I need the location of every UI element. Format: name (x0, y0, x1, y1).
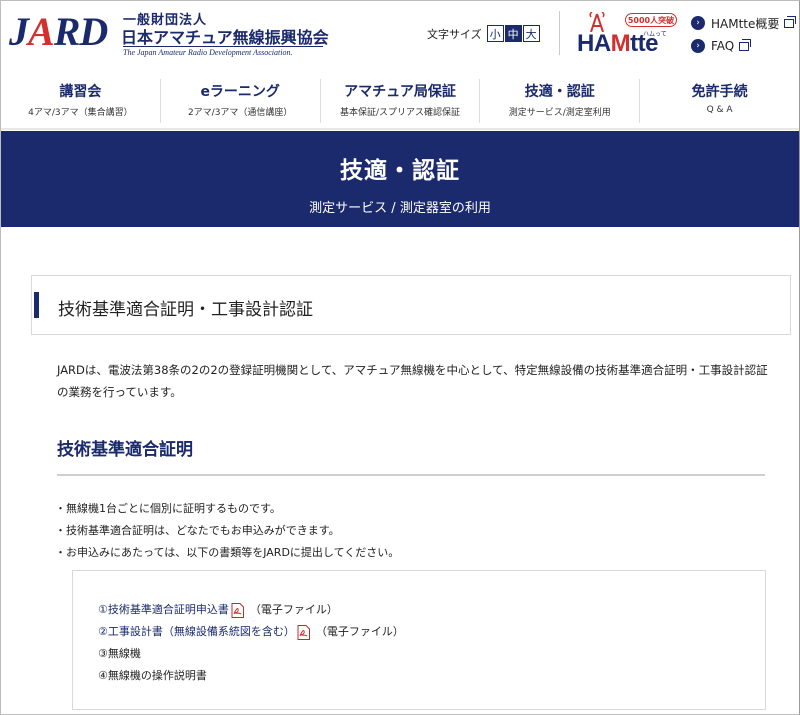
nav-item-title: 技適・認証 (524, 84, 595, 100)
page-subtitle: 測定サービス / 測定器室の利用 (309, 201, 491, 216)
document-label: ③無線機 (98, 647, 141, 660)
required-documents-box: ①技術基準適合証明申込書 （電子ファイル） ②工事設計書（無線設備系統図を含む）… (72, 570, 766, 710)
document-note: （電子ファイル） (249, 603, 338, 616)
pdf-icon (297, 624, 310, 640)
hamtte-ruby: ハムって (643, 31, 667, 38)
design-document-link[interactable]: ②工事設計書（無線設備系統図を含む） (98, 621, 295, 643)
list-item: ・お申込みにあたっては、以下の書類等をJARDに提出してください。 (55, 546, 400, 559)
nav-item-subtitle: 測定サービス/測定室利用 (508, 108, 611, 118)
hamtte-logo[interactable]: 5000人突破 HAMtte ハムって (575, 10, 681, 58)
font-size-large-button[interactable]: 大 (522, 25, 540, 42)
faq-label: FAQ (711, 39, 735, 53)
list-item: ・技術基準適合証明は、どなたでもお申込みができます。 (55, 524, 340, 537)
font-size-small-button[interactable]: 小 (486, 25, 504, 42)
font-size-label: 文字サイズ (427, 27, 482, 41)
nav-item-elearning[interactable]: eラーニング 2アマ/3アマ（通信講座） (159, 79, 320, 123)
nav-item-license[interactable]: 免許手続 Q & A (639, 79, 799, 123)
main-nav: 講習会 4アマ/3アマ（集合講習） eラーニング 2アマ/3アマ（通信講座） ア… (1, 73, 799, 129)
site-header: JARD 一般財団法人 日本アマチュア無線振興協会 The Japan Amat… (1, 1, 799, 71)
nav-underline (1, 128, 799, 130)
chevron-right-icon: › (691, 39, 705, 53)
faq-link[interactable]: › FAQ (691, 36, 794, 56)
document-item: ③無線機 (98, 643, 765, 665)
list-item: ・無線機1台ごとに個別に証明するものです。 (55, 502, 281, 515)
nav-item-subtitle: 4アマ/3アマ（集合講習） (28, 108, 133, 118)
required-documents-list: ①技術基準適合証明申込書 （電子ファイル） ②工事設計書（無線設備系統図を含む）… (98, 599, 765, 687)
page-title: 技適・認証 (340, 158, 460, 184)
logo-wordmark: JARD (9, 9, 108, 54)
jard-logo[interactable]: JARD 一般財団法人 日本アマチュア無線振興協会 The Japan Amat… (9, 8, 329, 60)
nav-item-subtitle: Q & A (706, 105, 733, 115)
header-links: › HAMtte概要 › FAQ (691, 13, 797, 59)
document-label: ④無線機の操作説明書 (98, 669, 207, 682)
nav-item-title: eラーニング (200, 84, 280, 100)
bullet-list: ・無線機1台ごとに個別に証明するものです。 ・技術基準適合証明は、どなたでもお申… (55, 498, 791, 564)
document-item: ④無線機の操作説明書 (98, 665, 765, 687)
section-heading-bar (34, 292, 39, 318)
hamtte-overview-label: HAMtte概要 (711, 16, 780, 31)
hamtte-member-badge: 5000人突破 (625, 13, 677, 27)
nav-item-training[interactable]: 講習会 4アマ/3アマ（集合講習） (1, 79, 160, 123)
document-item: ①技術基準適合証明申込書 （電子ファイル） (98, 599, 765, 621)
document-note: （電子ファイル） (315, 625, 404, 638)
external-link-icon (739, 38, 752, 51)
antenna-tower-icon (589, 12, 605, 32)
nav-item-subtitle: 2アマ/3アマ（通信講座） (187, 108, 293, 118)
chevron-right-icon: › (691, 16, 705, 30)
pdf-icon (231, 602, 244, 618)
section-heading-box: 技術基準適合証明・工事設計認証 (31, 275, 791, 335)
page-frame: JARD 一般財団法人 日本アマチュア無線振興協会 The Japan Amat… (0, 0, 800, 715)
nav-item-title: 講習会 (59, 84, 102, 100)
main-content: 技術基準適合証明・工事設計認証 JARDは、電波法第38条の2の2の登録証明機関… (31, 275, 791, 710)
header-divider (559, 11, 560, 55)
nav-item-title: アマチュア局保証 (344, 84, 456, 100)
nav-item-station-guarantee[interactable]: アマチュア局保証 基本保証/スプリアス確認保証 (319, 79, 480, 123)
page-hero: 技適・認証 測定サービス / 測定器室の利用 (1, 131, 799, 227)
document-item: ②工事設計書（無線設備系統図を含む） （電子ファイル） (98, 621, 765, 643)
nav-item-title: 免許手続 (691, 84, 748, 100)
section-title: 技術基準適合証明・工事設計認証 (58, 300, 313, 320)
intro-text: JARDは、電波法第38条の2の2の登録証明機関として、アマチュア無線機を中心と… (57, 363, 768, 399)
nav-item-subtitle: 基本保証/スプリアス確認保証 (339, 108, 461, 118)
font-size-medium-button[interactable]: 中 (504, 25, 522, 42)
nav-item-certification[interactable]: 技適・認証 測定サービス/測定室利用 (479, 79, 639, 123)
logo-org-name: 日本アマチュア無線振興協会 (121, 28, 329, 47)
font-size-switcher: 文字サイズ 小 中 大 (427, 25, 540, 42)
logo-english-name: The Japan Amateur Radio Development Asso… (123, 46, 323, 57)
application-form-link[interactable]: ①技術基準適合証明申込書 (98, 599, 229, 621)
external-link-icon (784, 15, 797, 28)
subsection-underline (57, 474, 765, 476)
hamtte-overview-link[interactable]: › HAMtte概要 (691, 13, 797, 33)
subsection-title: 技術基準適合証明 (57, 440, 193, 460)
